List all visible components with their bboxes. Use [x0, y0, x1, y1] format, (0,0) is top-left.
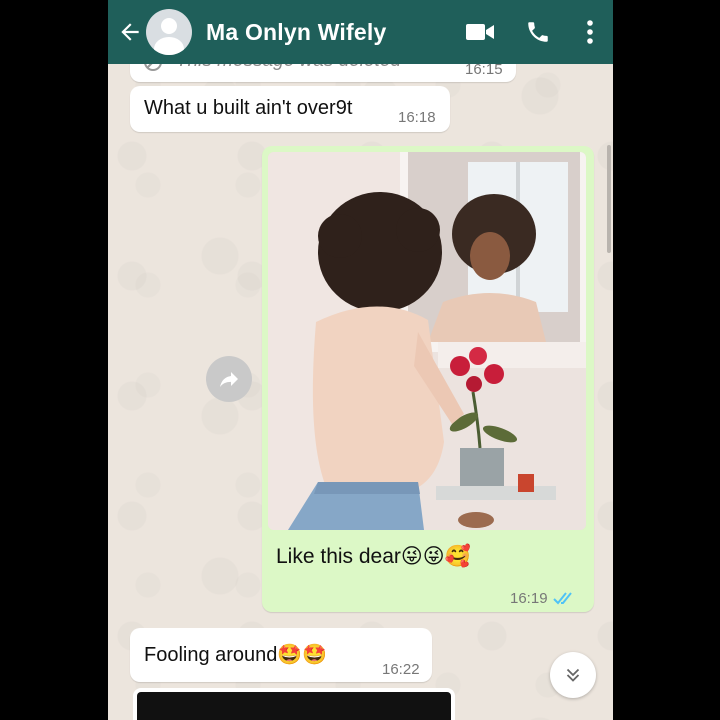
- double-check-icon: [553, 592, 572, 605]
- outgoing-image-message[interactable]: Like this dear😜😜🥰 16:19: [262, 146, 594, 612]
- contact-name[interactable]: Ma Onlyn Wifely: [206, 19, 451, 46]
- message-time: 16:22: [382, 661, 420, 678]
- message-time: 16:18: [398, 109, 436, 126]
- arrow-left-icon: [121, 23, 139, 41]
- incoming-message[interactable]: Fooling around🤩🤩 16:22: [130, 628, 432, 682]
- incoming-message[interactable]: What u built ain't over9t 16:18: [130, 86, 450, 132]
- voice-call-button[interactable]: [509, 0, 567, 64]
- scrollbar[interactable]: [607, 145, 611, 253]
- chat-header: Ma Onlyn Wifely: [108, 0, 613, 64]
- forward-button[interactable]: [206, 356, 252, 402]
- menu-button[interactable]: [567, 0, 613, 64]
- avatar[interactable]: [146, 9, 192, 55]
- scroll-to-bottom-button[interactable]: [550, 652, 596, 698]
- forward-icon: [220, 372, 238, 387]
- video-call-button[interactable]: [451, 0, 509, 64]
- media-message-preview[interactable]: [133, 688, 455, 720]
- chevron-double-down-icon: [566, 668, 580, 682]
- shared-photo[interactable]: [268, 152, 586, 530]
- photo-woman-mirror: [268, 152, 586, 530]
- message-text: What u built ain't over9t: [144, 97, 353, 119]
- back-button[interactable]: [110, 0, 150, 64]
- phone-icon: [528, 22, 548, 42]
- more-vertical-icon: [587, 20, 593, 44]
- chat-screen: Ma Onlyn Wifely This message was deleted…: [108, 0, 613, 720]
- image-caption: Like this dear😜😜🥰: [276, 545, 471, 568]
- message-text: Fooling around🤩🤩: [144, 644, 328, 666]
- message-time: 16:19: [510, 590, 548, 607]
- video-camera-icon: [466, 24, 494, 40]
